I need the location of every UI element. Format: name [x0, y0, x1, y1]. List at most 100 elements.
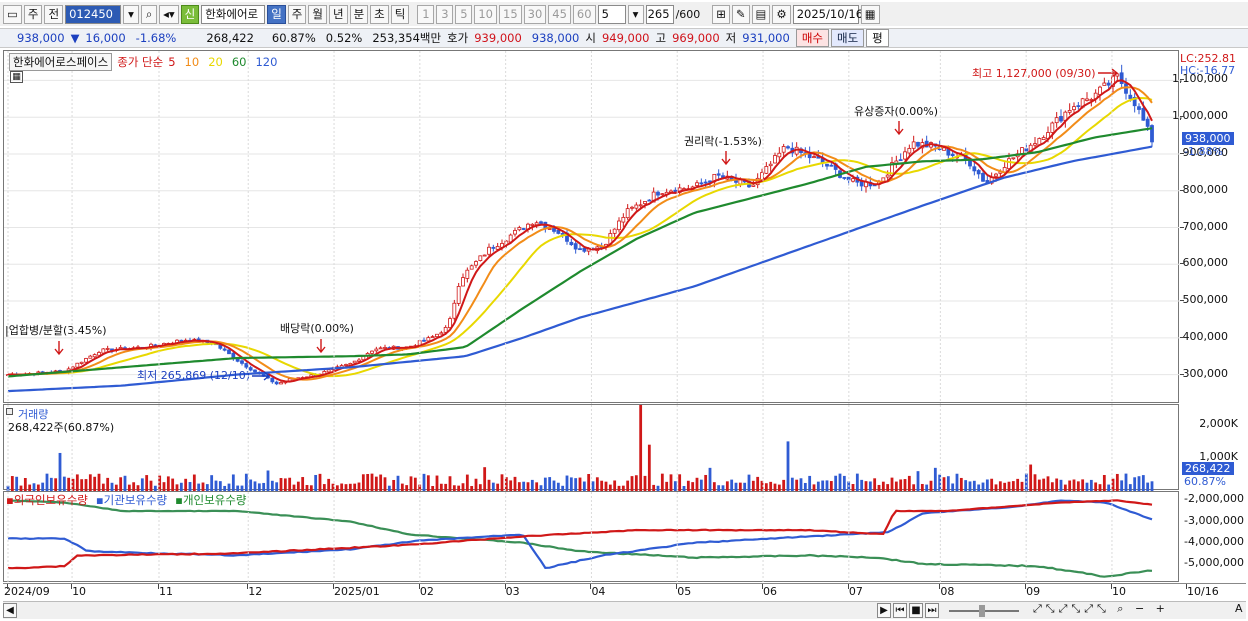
tab-tf-3[interactable]: 분 [349, 4, 369, 24]
stop-icon[interactable]: ■ [909, 603, 923, 618]
tab-min-45[interactable]: 45 [548, 4, 571, 24]
last-icon[interactable]: ⏭ [925, 603, 939, 618]
axis-label-price: 800,000 [1182, 182, 1229, 196]
tab-min-60[interactable]: 60 [572, 4, 596, 24]
quote-change: 16,000 [85, 31, 126, 45]
volume-bar [67, 477, 71, 491]
axis-tick [1180, 79, 1184, 81]
legend-stock-name[interactable]: 한화에어로스페이스 [9, 53, 113, 71]
xaxis-tick [676, 584, 678, 589]
flat-button[interactable]: 평 [866, 29, 889, 47]
candle-body [240, 360, 244, 364]
volume-bar [1128, 484, 1132, 491]
volume-bar [530, 479, 534, 491]
dropdown-icon[interactable]: ▾ [123, 4, 140, 24]
save-icon[interactable]: ▤ [751, 4, 771, 24]
tab-tf-1[interactable]: 월 [308, 4, 327, 24]
prev-button[interactable]: 전 [44, 4, 64, 24]
gear-icon[interactable]: ⚙ [772, 4, 791, 24]
volume-bar [88, 474, 92, 491]
candle-body [521, 228, 526, 230]
font-size-button[interactable]: A [1235, 602, 1243, 615]
price-chart[interactable]: 최고 1,127,000 (09/30) 최저 265,869 (12/10) |업… [4, 51, 1180, 404]
tab-tf-5[interactable]: 틱 [390, 4, 410, 24]
zoom-tools[interactable]: ⤢⤡⤢⤡⤢⤡ ⌕ − + [1033, 602, 1169, 616]
xaxis-tick [418, 584, 420, 589]
sell-button[interactable]: 매도 [830, 29, 865, 47]
volume-bar [461, 483, 465, 491]
xaxis-tick [1025, 584, 1027, 589]
volume-bar [353, 483, 357, 491]
bid-label: 호가 [447, 31, 469, 45]
xaxis-label: 06 [763, 585, 778, 598]
volume-bar [1137, 476, 1141, 491]
volume-panel[interactable]: 거래량 268,422주(60.87%) [3, 404, 1179, 491]
legend-ma-5: 5 [168, 55, 176, 69]
volume-bar [45, 473, 49, 491]
grid-table-icon[interactable]: ▦ [10, 71, 23, 83]
scroll-right-icon[interactable]: ▶ [877, 603, 891, 618]
zoom-slider-thumb[interactable] [979, 605, 985, 617]
scroll-left-icon[interactable]: ◀ [3, 603, 17, 618]
stock-name[interactable]: 한화에어로 [201, 4, 266, 24]
tab-min-15[interactable]: 15 [499, 4, 522, 24]
market-badge: 신 [180, 4, 200, 24]
speaker-icon[interactable]: ◂▾ [159, 4, 179, 24]
ma5-line [7, 79, 1153, 383]
scrollbar[interactable]: ◀ ▶ ⏮ ■ ⏭ ⤢⤡⤢⤡⤢⤡ ⌕ − + A [3, 601, 1246, 619]
volume-bar [639, 405, 643, 491]
draw-tool-icon[interactable]: ✎ [731, 4, 750, 24]
candle-body [97, 352, 101, 356]
stock-code-input[interactable]: 012450 [65, 4, 122, 24]
first-icon[interactable]: ⏮ [893, 603, 907, 618]
volume-bar [435, 475, 439, 491]
tab-tf-4[interactable]: 초 [370, 4, 389, 24]
candle-body [560, 233, 565, 235]
price-legend: 한화에어로스페이스 종가 단순 5 10 20 60 120 [9, 53, 277, 71]
candle-body [274, 381, 279, 385]
tab-min-5[interactable]: 5 [455, 4, 473, 24]
minute-value[interactable]: 5 [597, 4, 626, 24]
volume-bar [747, 474, 751, 491]
candle-body [1145, 118, 1150, 127]
volume-bar [162, 482, 166, 491]
candle-body [461, 277, 465, 287]
tab-tf-0[interactable]: 주 [287, 4, 307, 24]
volume-bar [101, 483, 105, 491]
xaxis-label: 2025/01 [334, 585, 380, 598]
holdings-panel[interactable]: ▪외국인보유수량 ▪기관보유수량 ▪개인보유수량 [3, 491, 1179, 583]
window-icon[interactable]: ▭ [3, 4, 22, 24]
tab-min-30[interactable]: 30 [523, 4, 547, 24]
price-chart-panel[interactable]: 최고 1,127,000 (09/30) 최저 265,869 (12/10) |업… [3, 50, 1180, 404]
chart-type-icon[interactable]: ⊞ [712, 4, 730, 24]
xaxis-label: 08 [940, 585, 955, 598]
date-input[interactable]: 2025/10/16 [792, 4, 863, 24]
xaxis-label: 10 [72, 585, 87, 598]
tab-min-1[interactable]: 1 [417, 4, 435, 24]
legend-individual: ▪개인보유수량 [175, 493, 247, 507]
tab-daily[interactable]: 일 [267, 4, 286, 24]
candle-body [383, 347, 387, 349]
volume-bar [210, 475, 214, 491]
count-input[interactable]: 265 [645, 4, 674, 24]
axis-label-holdings: -3,000,000 [1184, 513, 1244, 527]
volume-bar [257, 483, 261, 491]
buy-button[interactable]: 매수 [795, 29, 829, 47]
period-toggle[interactable]: 주 [23, 4, 43, 24]
volume-bar [314, 474, 318, 491]
search-icon[interactable]: ⌕ [141, 4, 158, 24]
calendar-icon[interactable]: ▦ [860, 4, 880, 24]
xaxis-label: 03 [505, 585, 520, 598]
volume-bar [41, 482, 45, 491]
tab-min-3[interactable]: 3 [436, 4, 454, 24]
tab-min-10[interactable]: 10 [474, 4, 497, 24]
volume-bar [1120, 480, 1124, 491]
tab-tf-2[interactable]: 년 [328, 4, 348, 24]
xaxis-label: 10 [1111, 585, 1126, 598]
candle-body [88, 355, 93, 359]
volume-tag-pct: 60.87% [1184, 475, 1226, 488]
volume-bar [327, 478, 331, 491]
minute-dropdown-icon[interactable]: ▾ [627, 4, 644, 24]
candle-body [573, 243, 578, 250]
candle-body [227, 349, 231, 355]
